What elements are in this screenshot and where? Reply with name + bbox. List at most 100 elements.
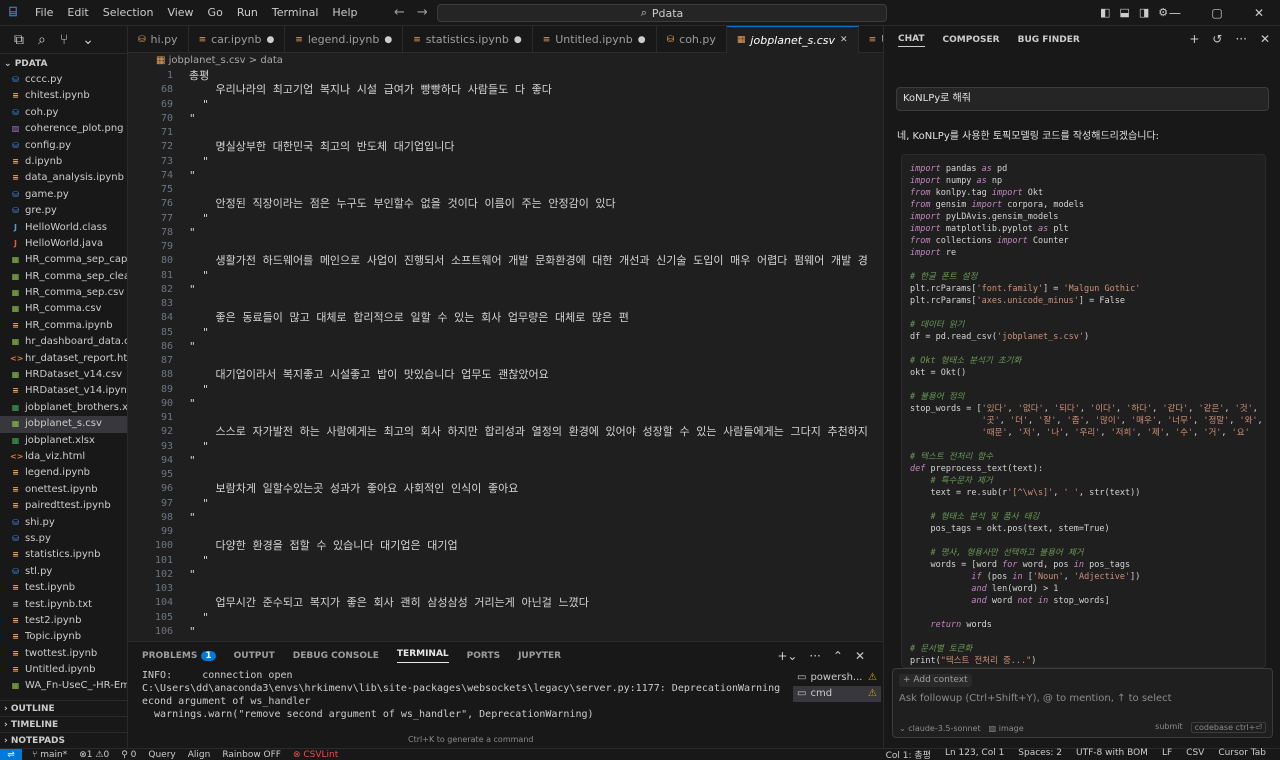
menu-item-selection[interactable]: Selection <box>96 0 161 26</box>
close-chat-icon[interactable]: ✕ <box>1260 32 1270 46</box>
file-item[interactable]: ≡ onettest.ipynb <box>0 482 127 498</box>
file-item[interactable]: ≡ pairedttest.ipynb <box>0 498 127 514</box>
more-icon[interactable]: ··· <box>809 649 820 663</box>
file-item[interactable]: ⛁ stl.py <box>0 564 127 580</box>
back-arrow-icon[interactable]: ← <box>394 0 405 26</box>
file-item[interactable]: ≡ data_analysis.ipynb <box>0 170 127 186</box>
menu-item-file[interactable]: File <box>28 0 60 26</box>
codebase-button[interactable]: codebase ctrl+⏎ <box>1190 722 1266 733</box>
panel-tab-debug-console[interactable]: DEBUG CONSOLE <box>293 651 379 661</box>
file-item[interactable]: ▨ coherence_plot.png <box>0 121 127 137</box>
status-item[interactable]: Cursor Tab <box>1218 748 1266 760</box>
file-item[interactable]: ⛁ config.py <box>0 138 127 154</box>
chat-composer[interactable]: + Add context Ask followup (Ctrl+Shift+Y… <box>892 668 1273 738</box>
file-item[interactable]: ≡ HR_comma.ipynb <box>0 318 127 334</box>
file-item[interactable]: ≡ d.ipynb <box>0 154 127 170</box>
chevron-down-icon[interactable]: ⌄ <box>82 32 94 48</box>
image-button[interactable]: ▨ image <box>989 724 1024 733</box>
align-status[interactable]: Align <box>188 750 211 760</box>
maximize-icon[interactable]: ▢ <box>1196 0 1238 26</box>
status-item[interactable]: UTF-8 with BOM <box>1076 748 1148 760</box>
editor-tab[interactable]: ⛁ coh.py <box>657 26 727 53</box>
file-item[interactable]: ≡ Untitled.ipynb <box>0 662 127 678</box>
file-item[interactable]: ▦ HR_comma.csv <box>0 301 127 317</box>
file-item[interactable]: ≡ HRDataset_v14.ipynb.... <box>0 383 127 399</box>
editor-tab[interactable]: ≡ legend.ipynb ● <box>285 26 404 53</box>
new-chat-icon[interactable]: + <box>1189 32 1199 46</box>
menu-item-run[interactable]: Run <box>230 0 265 26</box>
ports-indicator[interactable]: ⚲ 0 <box>121 750 136 760</box>
status-item[interactable]: Ln 123, Col 1 <box>945 748 1004 760</box>
query-status[interactable]: Query <box>148 750 175 760</box>
file-item[interactable]: ▦ jobplanet_s.csv <box>0 416 127 433</box>
status-item[interactable]: Spaces: 2 <box>1018 748 1062 760</box>
status-item[interactable]: LF <box>1162 748 1172 760</box>
minimize-icon[interactable]: — <box>1154 0 1196 26</box>
breadcrumb-file[interactable]: jobplanet_s.csv <box>169 55 246 66</box>
add-context-button[interactable]: + Add context <box>899 674 972 687</box>
menu-item-help[interactable]: Help <box>325 0 364 26</box>
file-item[interactable]: ⛁ ss.py <box>0 531 127 547</box>
outline-section[interactable]: › OUTLINE <box>0 700 128 716</box>
branch-indicator[interactable]: ⑂ main* <box>32 750 67 760</box>
toggle-secondary-sidebar-icon[interactable]: ◨ <box>1139 0 1149 26</box>
file-item[interactable]: ▦ HRDataset_v14.csv <box>0 367 127 383</box>
source-control-icon[interactable]: ⑂ <box>60 32 68 48</box>
toggle-sidebar-icon[interactable]: ◧ <box>1100 0 1110 26</box>
files-icon[interactable]: ⧉ <box>14 32 24 48</box>
chat-tab-composer[interactable]: COMPOSER <box>943 35 1000 45</box>
maximize-panel-icon[interactable]: ⌃ <box>833 649 843 663</box>
file-item[interactable]: ≡ test.ipynb <box>0 580 127 596</box>
user-message[interactable]: KoNLPy로 해줘 <box>896 87 1269 111</box>
editor-tab[interactable]: ≡ Untitled.ipynb ● <box>533 26 657 53</box>
file-item[interactable]: ⛁ gre.py <box>0 203 127 219</box>
file-item[interactable]: ≡ Topic.ipynb <box>0 629 127 645</box>
panel-tab-problems[interactable]: PROBLEMS 1 <box>142 651 216 661</box>
code-block[interactable]: import pandas as pd import numpy as np fro… <box>901 154 1266 668</box>
file-item[interactable]: ▦ jobplanet_brothers.xlsx <box>0 400 127 416</box>
file-item[interactable]: ≡ twottest.ipynb <box>0 646 127 662</box>
editor-tab[interactable]: ≡ statistics.ipynb ● <box>403 26 533 53</box>
file-item[interactable]: J HelloWorld.class <box>0 220 127 236</box>
file-item[interactable]: ≡ legend.ipynb <box>0 465 127 481</box>
panel-tab-terminal[interactable]: TERMINAL <box>396 649 449 663</box>
editor-tab[interactable]: ⛁ hi.py <box>128 26 189 53</box>
menu-item-terminal[interactable]: Terminal <box>265 0 326 26</box>
file-item[interactable]: <> lda_viz.html <box>0 449 127 465</box>
panel-tab-ports[interactable]: PORTS <box>467 651 500 661</box>
file-item[interactable]: ≡ statistics.ipynb <box>0 547 127 563</box>
menu-item-edit[interactable]: Edit <box>60 0 95 26</box>
file-item[interactable]: ▦ WA_Fn-UseC_-HR-Em... <box>0 678 127 694</box>
toggle-panel-icon[interactable]: ⬓ <box>1119 0 1129 26</box>
notepads-section[interactable]: › NOTEPADS <box>0 732 128 748</box>
timeline-section[interactable]: › TIMELINE <box>0 716 128 732</box>
followup-input[interactable]: Ask followup (Ctrl+Shift+Y), @ to mentio… <box>899 693 1172 704</box>
close-panel-icon[interactable]: ✕ <box>855 649 865 663</box>
file-item[interactable]: ≡ test.ipynb.txt <box>0 597 127 613</box>
forward-arrow-icon[interactable]: → <box>417 0 428 26</box>
problems-indicator[interactable]: ⊗1 ⚠0 <box>79 750 109 760</box>
file-item[interactable]: ⛁ game.py <box>0 187 127 203</box>
file-item[interactable]: J HelloWorld.java <box>0 236 127 252</box>
new-terminal-icon[interactable]: +⌄ <box>777 649 797 663</box>
file-item[interactable]: ▦ HR_comma_sep_clean... <box>0 269 127 285</box>
file-item[interactable]: ⛁ cccc.py <box>0 72 127 88</box>
more-icon[interactable]: ··· <box>1235 32 1246 46</box>
editor-tab[interactable]: ≡ car.ipynb ● <box>189 26 286 53</box>
rainbow-status[interactable]: Rainbow OFF <box>222 750 281 760</box>
file-item[interactable]: ⛁ shi.py <box>0 515 127 531</box>
file-item[interactable]: ▦ HR_comma_sep_capp... <box>0 252 127 268</box>
close-icon[interactable]: ✕ <box>1238 0 1280 26</box>
code-editor[interactable]: 1 총평 68 우리나라의 최고기업 복지나 시설 급여가 빵빵하다 사람들도 다 … <box>128 69 883 641</box>
search-sidebar-icon[interactable]: ⌕ <box>38 32 46 48</box>
folder-title[interactable]: ⌄ PDATA <box>0 56 127 72</box>
terminal-instance[interactable]: ▭ cmd ⚠ <box>793 686 881 702</box>
panel-tab-output[interactable]: OUTPUT <box>234 651 275 661</box>
terminal-output[interactable]: INFO: connection open C:\Users\dd\anacon… <box>142 669 782 744</box>
file-item[interactable]: ▦ jobplanet.xlsx <box>0 433 127 449</box>
menu-item-go[interactable]: Go <box>201 0 230 26</box>
file-item[interactable]: ⛁ coh.py <box>0 105 127 121</box>
file-item[interactable]: <>hr_dataset_report.html <box>0 351 127 367</box>
history-icon[interactable]: ↺ <box>1212 32 1222 46</box>
remote-icon[interactable]: ⇌ <box>0 748 22 760</box>
